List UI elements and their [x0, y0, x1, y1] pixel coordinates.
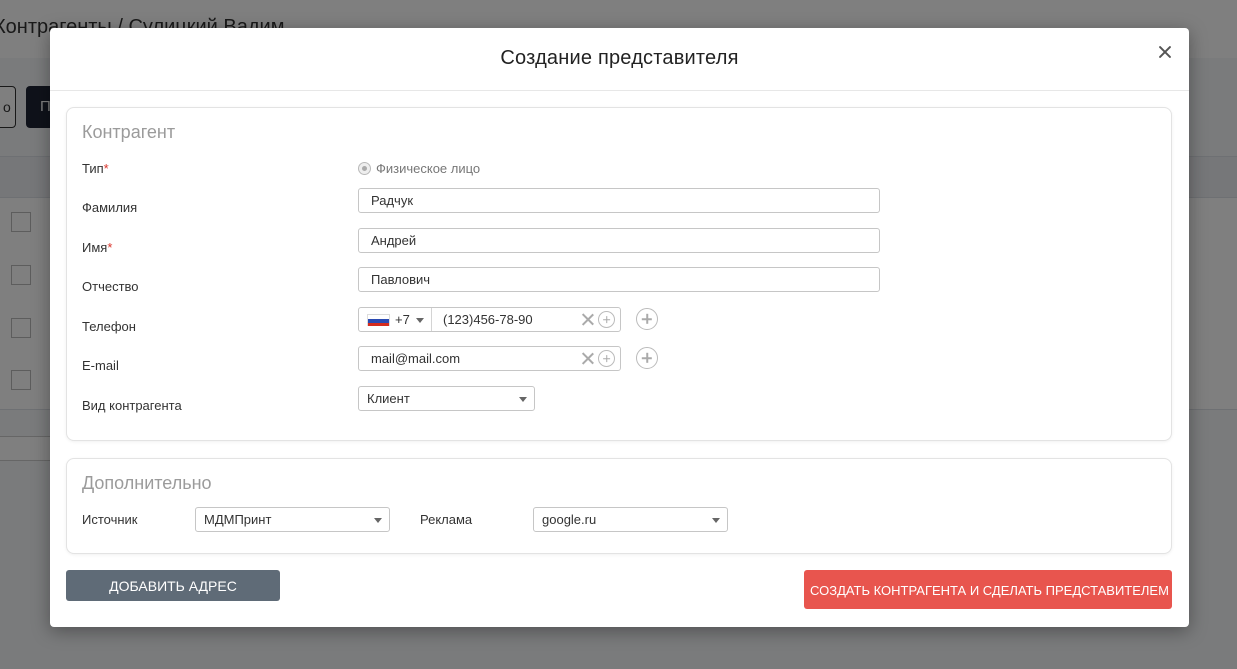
radio-button[interactable] [358, 161, 371, 175]
additional-section: Дополнительно Источник МДМПринт Реклама … [66, 458, 1172, 554]
chevron-down-icon [519, 397, 527, 402]
section-title: Дополнительно [82, 473, 212, 493]
phone-label: Телефон [82, 319, 136, 334]
email-label: E-mail [82, 358, 119, 373]
select-value: google.ru [542, 512, 597, 527]
first-name-label: Имя* [82, 240, 113, 255]
chevron-down-icon [374, 518, 382, 523]
create-contractor-button[interactable]: СОЗДАТЬ КОНТРАГЕНТА И СДЕЛАТЬ ПРЕДСТАВИТ… [804, 570, 1172, 609]
add-delivery-address-button[interactable]: ДОБАВИТЬ АДРЕС ДОСТАВКИ [66, 570, 280, 625]
clear-icon[interactable] [581, 313, 594, 326]
type-label: Тип* [82, 161, 109, 176]
required-mark: * [107, 240, 113, 255]
type-radio-individual[interactable]: Физическое лицо [358, 160, 480, 176]
radio-label: Физическое лицо [376, 160, 481, 176]
add-circle-icon[interactable] [598, 350, 615, 367]
chevron-down-icon [712, 518, 720, 523]
add-circle-icon[interactable] [598, 311, 615, 328]
first-name-input[interactable] [358, 228, 880, 253]
source-select[interactable]: МДМПринт [195, 507, 390, 532]
create-representative-modal: Создание представителя Контрагент Тип* Ф… [50, 28, 1189, 627]
country-code-select[interactable]: +7 [359, 308, 432, 331]
contractor-kind-select[interactable]: Клиент [358, 386, 535, 411]
last-name-input[interactable] [358, 188, 880, 213]
ads-select[interactable]: google.ru [533, 507, 728, 532]
source-label: Источник [82, 512, 138, 527]
email-field[interactable]: mail@mail.com [358, 346, 621, 371]
modal-title: Создание представителя [500, 47, 739, 69]
select-value: МДМПринт [204, 512, 272, 527]
required-mark: * [103, 161, 109, 176]
email-input[interactable]: mail@mail.com [371, 351, 460, 366]
section-title: Контрагент [82, 122, 176, 142]
patronymic-label: Отчество [82, 279, 139, 294]
add-email-icon[interactable] [636, 347, 658, 369]
contractor-kind-label: Вид контрагента [82, 398, 182, 413]
russia-flag-icon [367, 314, 390, 326]
modal-header: Создание представителя [50, 28, 1189, 91]
contractor-section: Контрагент Тип* Физическое лицо Фамилия … [66, 107, 1172, 441]
last-name-label: Фамилия [82, 200, 138, 215]
add-phone-icon[interactable] [636, 308, 658, 330]
close-icon[interactable] [1157, 44, 1173, 60]
phone-field[interactable]: +7 (123)456-78-90 [358, 307, 621, 332]
clear-icon[interactable] [581, 352, 594, 365]
patronymic-input[interactable] [358, 267, 880, 292]
chevron-down-icon [416, 318, 424, 323]
phone-input[interactable]: (123)456-78-90 [443, 312, 533, 327]
select-value: Клиент [367, 391, 410, 406]
country-code: +7 [395, 312, 410, 327]
ads-label: Реклама [420, 512, 473, 527]
